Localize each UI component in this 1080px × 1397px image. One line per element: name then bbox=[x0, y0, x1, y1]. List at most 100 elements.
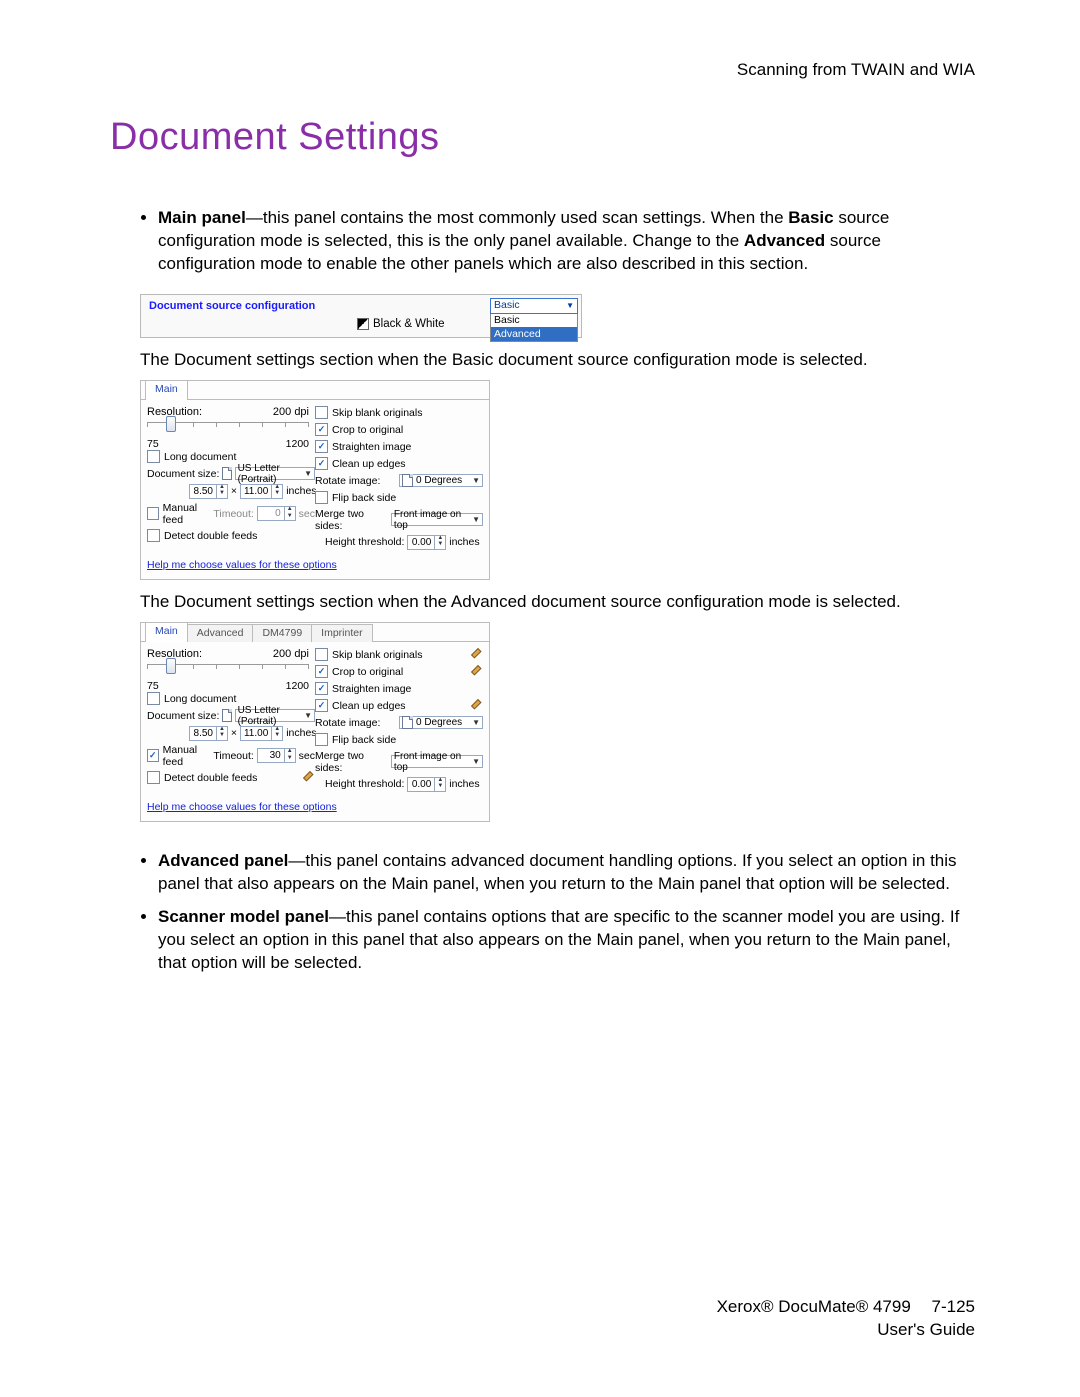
timeout-label: Timeout: bbox=[213, 508, 253, 520]
page-footer: Xerox® DocuMate® 4799 7-125 User's Guide bbox=[717, 1296, 975, 1342]
chevron-down-icon: ▼ bbox=[304, 711, 312, 720]
pencil-icon[interactable] bbox=[471, 699, 485, 713]
page-title: Document Settings bbox=[110, 116, 975, 159]
page-icon bbox=[402, 474, 413, 487]
flip-back-checkbox[interactable] bbox=[315, 491, 328, 504]
timeout-stepper[interactable]: 30▲▼ bbox=[257, 748, 296, 763]
rotate-select[interactable]: 0 Degrees ▼ bbox=[399, 474, 483, 487]
config-mode-option-basic[interactable]: Basic bbox=[490, 314, 578, 327]
resolution-min: 75 bbox=[147, 680, 159, 692]
tab-imprinter[interactable]: Imprinter bbox=[311, 624, 372, 642]
outro-advanced-panel: Advanced panel—this panel contains advan… bbox=[158, 850, 975, 896]
tab-main[interactable]: Main bbox=[145, 622, 188, 642]
manual-feed-checkbox[interactable] bbox=[147, 507, 159, 520]
cleanup-edges-checkbox[interactable]: ✓ bbox=[315, 699, 328, 712]
chevron-down-icon: ▼ bbox=[472, 718, 480, 727]
flip-back-checkbox[interactable] bbox=[315, 733, 328, 746]
height-stepper[interactable]: 11.00▲▼ bbox=[240, 484, 283, 499]
merge-two-sides-label: Merge two sides: bbox=[315, 508, 391, 532]
outro-list: Advanced panel—this panel contains advan… bbox=[140, 850, 975, 975]
crop-original-label: Crop to original bbox=[332, 666, 403, 678]
height-threshold-unit: inches bbox=[449, 778, 479, 790]
slider-thumb[interactable] bbox=[166, 416, 176, 432]
height-threshold-stepper[interactable]: 0.00▲▼ bbox=[407, 777, 446, 792]
footer-page-number: 7-125 bbox=[932, 1297, 975, 1316]
units-label: inches bbox=[286, 727, 316, 739]
resolution-value: 200 dpi bbox=[273, 648, 309, 660]
units-label: inches bbox=[286, 485, 316, 497]
chevron-down-icon: ▼ bbox=[472, 757, 480, 766]
merge-select[interactable]: Front image on top▼ bbox=[391, 513, 483, 526]
flip-back-label: Flip back side bbox=[332, 492, 396, 504]
crop-original-label: Crop to original bbox=[332, 424, 403, 436]
crop-original-checkbox[interactable]: ✓ bbox=[315, 665, 328, 678]
resolution-max: 1200 bbox=[286, 680, 309, 692]
resolution-slider[interactable] bbox=[147, 664, 309, 680]
tab-main[interactable]: Main bbox=[145, 380, 188, 400]
detect-double-feeds-label: Detect double feeds bbox=[164, 772, 257, 784]
height-stepper[interactable]: 11.00▲▼ bbox=[240, 726, 283, 741]
config-mode-option-advanced[interactable]: Advanced bbox=[490, 327, 578, 342]
help-link[interactable]: Help me choose values for these options bbox=[147, 801, 337, 813]
document-size-select[interactable]: US Letter (Portrait)▼ bbox=[235, 709, 315, 722]
document-size-select[interactable]: US Letter (Portrait)▼ bbox=[235, 467, 315, 480]
long-document-label: Long document bbox=[164, 451, 236, 463]
page-icon bbox=[402, 716, 413, 729]
caption-advanced: The Document settings section when the A… bbox=[140, 592, 975, 612]
resolution-slider[interactable] bbox=[147, 422, 309, 438]
document-size-label: Document size: bbox=[147, 710, 219, 722]
settings-panel-basic: Main Resolution: 200 dpi bbox=[140, 380, 490, 580]
skip-blank-checkbox[interactable] bbox=[315, 406, 328, 419]
long-document-label: Long document bbox=[164, 693, 236, 705]
skip-blank-label: Skip blank originals bbox=[332, 649, 422, 661]
outro-scanner-panel: Scanner model panel—this panel contains … bbox=[158, 906, 975, 975]
caption-basic: The Document settings section when the B… bbox=[140, 350, 975, 370]
cleanup-edges-label: Clean up edges bbox=[332, 700, 406, 712]
manual-feed-checkbox[interactable]: ✓ bbox=[147, 749, 159, 762]
tab-advanced[interactable]: Advanced bbox=[187, 624, 254, 642]
resolution-max: 1200 bbox=[286, 438, 309, 450]
chevron-down-icon: ▼ bbox=[472, 476, 480, 485]
pencil-icon[interactable] bbox=[471, 648, 485, 662]
footer-guide: User's Guide bbox=[717, 1319, 975, 1342]
straighten-checkbox[interactable]: ✓ bbox=[315, 440, 328, 453]
resolution-value: 200 dpi bbox=[273, 406, 309, 418]
width-stepper[interactable]: 8.50▲▼ bbox=[189, 484, 228, 499]
straighten-label: Straighten image bbox=[332, 683, 411, 695]
timeout-unit: sec bbox=[299, 750, 315, 762]
help-link[interactable]: Help me choose values for these options bbox=[147, 559, 337, 571]
slider-thumb[interactable] bbox=[166, 658, 176, 674]
long-document-checkbox[interactable] bbox=[147, 692, 160, 705]
detect-double-feeds-checkbox[interactable] bbox=[147, 529, 160, 542]
config-strip-title: Document source configuration bbox=[149, 300, 315, 312]
straighten-checkbox[interactable]: ✓ bbox=[315, 682, 328, 695]
footer-product: Xerox® DocuMate® 4799 bbox=[717, 1297, 911, 1316]
detect-double-feeds-checkbox[interactable] bbox=[147, 771, 160, 784]
manual-feed-label: Manual feed bbox=[163, 744, 214, 768]
timeout-label: Timeout: bbox=[213, 750, 253, 762]
chevron-down-icon: ▼ bbox=[566, 299, 574, 312]
manual-feed-label: Manual feed bbox=[163, 502, 214, 526]
width-stepper[interactable]: 8.50▲▼ bbox=[189, 726, 228, 741]
skip-blank-checkbox[interactable] bbox=[315, 648, 328, 661]
page-icon bbox=[222, 467, 231, 480]
settings-panel-advanced: Main Advanced DM4799 Imprinter Resolutio… bbox=[140, 622, 490, 822]
merge-select[interactable]: Front image on top▼ bbox=[391, 755, 483, 768]
flip-back-label: Flip back side bbox=[332, 734, 396, 746]
tab-dm4799[interactable]: DM4799 bbox=[252, 624, 312, 642]
rotate-select[interactable]: 0 Degrees ▼ bbox=[399, 716, 483, 729]
document-size-label: Document size: bbox=[147, 468, 219, 480]
config-mode-selected[interactable]: Basic ▼ bbox=[490, 298, 578, 314]
height-threshold-unit: inches bbox=[449, 536, 479, 548]
crop-original-checkbox[interactable]: ✓ bbox=[315, 423, 328, 436]
straighten-label: Straighten image bbox=[332, 441, 411, 453]
cleanup-edges-checkbox[interactable]: ✓ bbox=[315, 457, 328, 470]
config-mode-dropdown[interactable]: Basic ▼ Basic Advanced bbox=[490, 298, 578, 342]
height-threshold-stepper[interactable]: 0.00▲▼ bbox=[407, 535, 446, 550]
intro-main-lead: Main panel bbox=[158, 208, 246, 227]
long-document-checkbox[interactable] bbox=[147, 450, 160, 463]
timeout-stepper[interactable]: 0▲▼ bbox=[257, 506, 296, 521]
page-icon bbox=[222, 709, 231, 722]
pencil-icon[interactable] bbox=[471, 665, 485, 679]
cleanup-edges-label: Clean up edges bbox=[332, 458, 406, 470]
